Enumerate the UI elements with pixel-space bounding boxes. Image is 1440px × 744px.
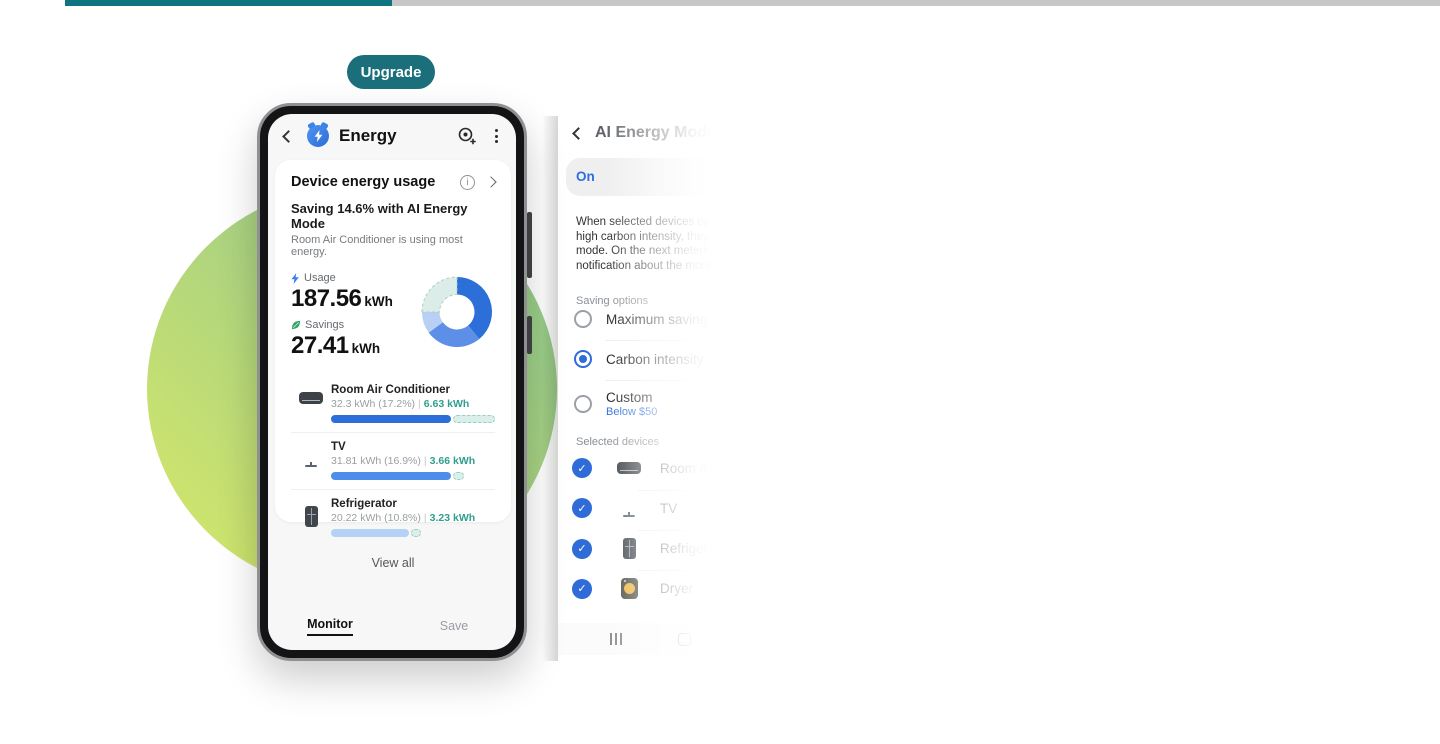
tv-icon	[300, 449, 322, 467]
option-sub-label: Below $50	[606, 406, 657, 418]
usage-bar	[331, 415, 495, 423]
recents-button-icon[interactable]	[610, 633, 622, 645]
device-row[interactable]: Room Air Conditioner 32.3 kWh (17.2%)|6.6…	[291, 376, 495, 433]
option-label: Maximum saving	[606, 312, 707, 327]
bolt-icon	[291, 273, 300, 284]
bottom-tab-bar: MonitorSave	[268, 610, 516, 642]
view-all-button[interactable]: View all	[291, 546, 495, 570]
info-icon[interactable]: i	[460, 175, 475, 190]
radio-icon[interactable]	[574, 395, 592, 413]
divider	[638, 530, 715, 531]
power-button	[527, 316, 532, 354]
device-label: Room Air Conditioner	[660, 461, 715, 476]
divider	[638, 570, 715, 571]
tv-icon	[618, 499, 640, 517]
device-stats: 20.22 kWh (10.8%)|3.23 kWh	[331, 512, 495, 524]
ai-energy-mode-screen: AI Energy Mode On When selected devices …	[558, 110, 715, 655]
more-menu-icon[interactable]	[493, 127, 500, 145]
energy-app-icon	[307, 125, 329, 147]
selected-device-room-air-conditioner[interactable]: ✓ Room Air Conditioner	[572, 458, 715, 478]
dryer-icon	[621, 578, 638, 599]
option-custom[interactable]: CustomBelow $50	[574, 390, 715, 418]
device-row[interactable]: TV 31.81 kWh (16.9%)|3.66 kWh	[291, 433, 495, 490]
ac-icon	[299, 392, 323, 404]
app-header: Energy	[268, 114, 516, 158]
fridge-icon	[623, 538, 636, 559]
card-title: Device energy usage	[291, 174, 460, 190]
device-energy-usage-card: Device energy usage i Saving 14.6% with …	[275, 160, 511, 522]
carousel-indicator-inactive[interactable]	[392, 0, 1440, 6]
energy-app-screen: Energy Device energy usage i Saving 14.6…	[268, 114, 516, 650]
app-title: Energy	[339, 126, 457, 146]
description-line: notification about the money you s	[576, 259, 715, 274]
checkmark-icon[interactable]: ✓	[572, 539, 592, 559]
tab-save[interactable]: Save	[392, 610, 516, 642]
ai-screen-title: AI Energy Mode	[595, 124, 715, 142]
usage-bar	[331, 472, 464, 480]
savings-bar-cap	[411, 529, 421, 537]
tab-monitor[interactable]: Monitor	[268, 610, 392, 642]
selected-devices-label: Selected devices	[576, 436, 659, 448]
device-row[interactable]: Refrigerator 20.22 kWh (10.8%)|3.23 kWh	[291, 490, 495, 546]
saving-headline: Saving 14.6% with AI Energy Mode	[291, 201, 495, 231]
back-icon[interactable]	[572, 127, 585, 140]
back-icon[interactable]	[282, 130, 295, 143]
chevron-right-icon[interactable]	[485, 176, 496, 187]
checkmark-icon[interactable]: ✓	[572, 458, 592, 478]
device-name: TV	[331, 441, 495, 453]
leaf-icon	[291, 320, 301, 330]
phone-frame: Energy Device energy usage i Saving 14.6…	[257, 103, 527, 661]
checkmark-icon[interactable]: ✓	[572, 579, 592, 599]
savings-bar-cap	[453, 415, 495, 423]
ac-icon	[617, 462, 641, 474]
device-stats: 31.81 kWh (16.9%)|3.66 kWh	[331, 455, 495, 467]
ai-mode-state: On	[576, 169, 595, 184]
option-carbon-intensity[interactable]: Carbon intensity	[574, 350, 715, 368]
selected-device-tv[interactable]: ✓ TV	[572, 498, 715, 518]
fridge-icon	[305, 506, 318, 527]
device-label: TV	[660, 501, 677, 516]
device-name: Refrigerator	[331, 498, 495, 510]
description-line: high carbon intensity, they run in AI	[576, 230, 715, 245]
energy-donut-chart	[421, 276, 493, 348]
savings-label-row: Savings	[291, 319, 421, 331]
selected-device-dryer[interactable]: ✓ Dryer	[572, 578, 715, 599]
ai-mode-description: When selected devices operate at a high …	[576, 215, 715, 273]
divider	[606, 380, 701, 381]
usage-bar	[331, 529, 421, 537]
android-nav-bar	[558, 623, 715, 655]
upgrade-button[interactable]: Upgrade	[347, 55, 435, 89]
radio-icon[interactable]	[574, 350, 592, 368]
option-label: Custom	[606, 390, 657, 405]
home-button-icon[interactable]	[678, 633, 691, 646]
savings-bar-cap	[453, 472, 464, 480]
checkmark-icon[interactable]: ✓	[572, 498, 592, 518]
saving-options-label: Saving options	[576, 295, 648, 307]
donut-segment	[422, 277, 457, 312]
savings-value: 27.41kWh	[291, 332, 421, 360]
device-usage-list: Room Air Conditioner 32.3 kWh (17.2%)|6.6…	[291, 376, 495, 546]
radio-icon[interactable]	[574, 310, 592, 328]
usage-label-row: Usage	[291, 272, 421, 284]
device-label: Dryer	[660, 581, 693, 596]
divider	[606, 340, 701, 341]
description-line: When selected devices operate at a	[576, 215, 715, 230]
saving-subline: Room Air Conditioner is using most energ…	[291, 234, 495, 258]
usage-value: 187.56kWh	[291, 285, 421, 313]
device-name: Room Air Conditioner	[331, 384, 495, 396]
volume-button	[527, 212, 532, 278]
device-stats: 32.3 kWh (17.2%)|6.63 kWh	[331, 398, 495, 410]
device-label: Refrigerator	[660, 541, 715, 556]
divider	[638, 490, 715, 491]
ai-screen-header: AI Energy Mode	[574, 124, 715, 142]
option-maximum-saving[interactable]: Maximum saving	[574, 310, 715, 328]
description-line: mode. On the next metering date, y	[576, 244, 715, 259]
device-scan-icon[interactable]	[457, 126, 477, 146]
card-header[interactable]: Device energy usage i	[291, 174, 495, 190]
option-label: Carbon intensity	[606, 352, 704, 367]
carousel-indicator-active[interactable]	[65, 0, 392, 6]
selected-device-refrigerator[interactable]: ✓ Refrigerator	[572, 538, 715, 559]
